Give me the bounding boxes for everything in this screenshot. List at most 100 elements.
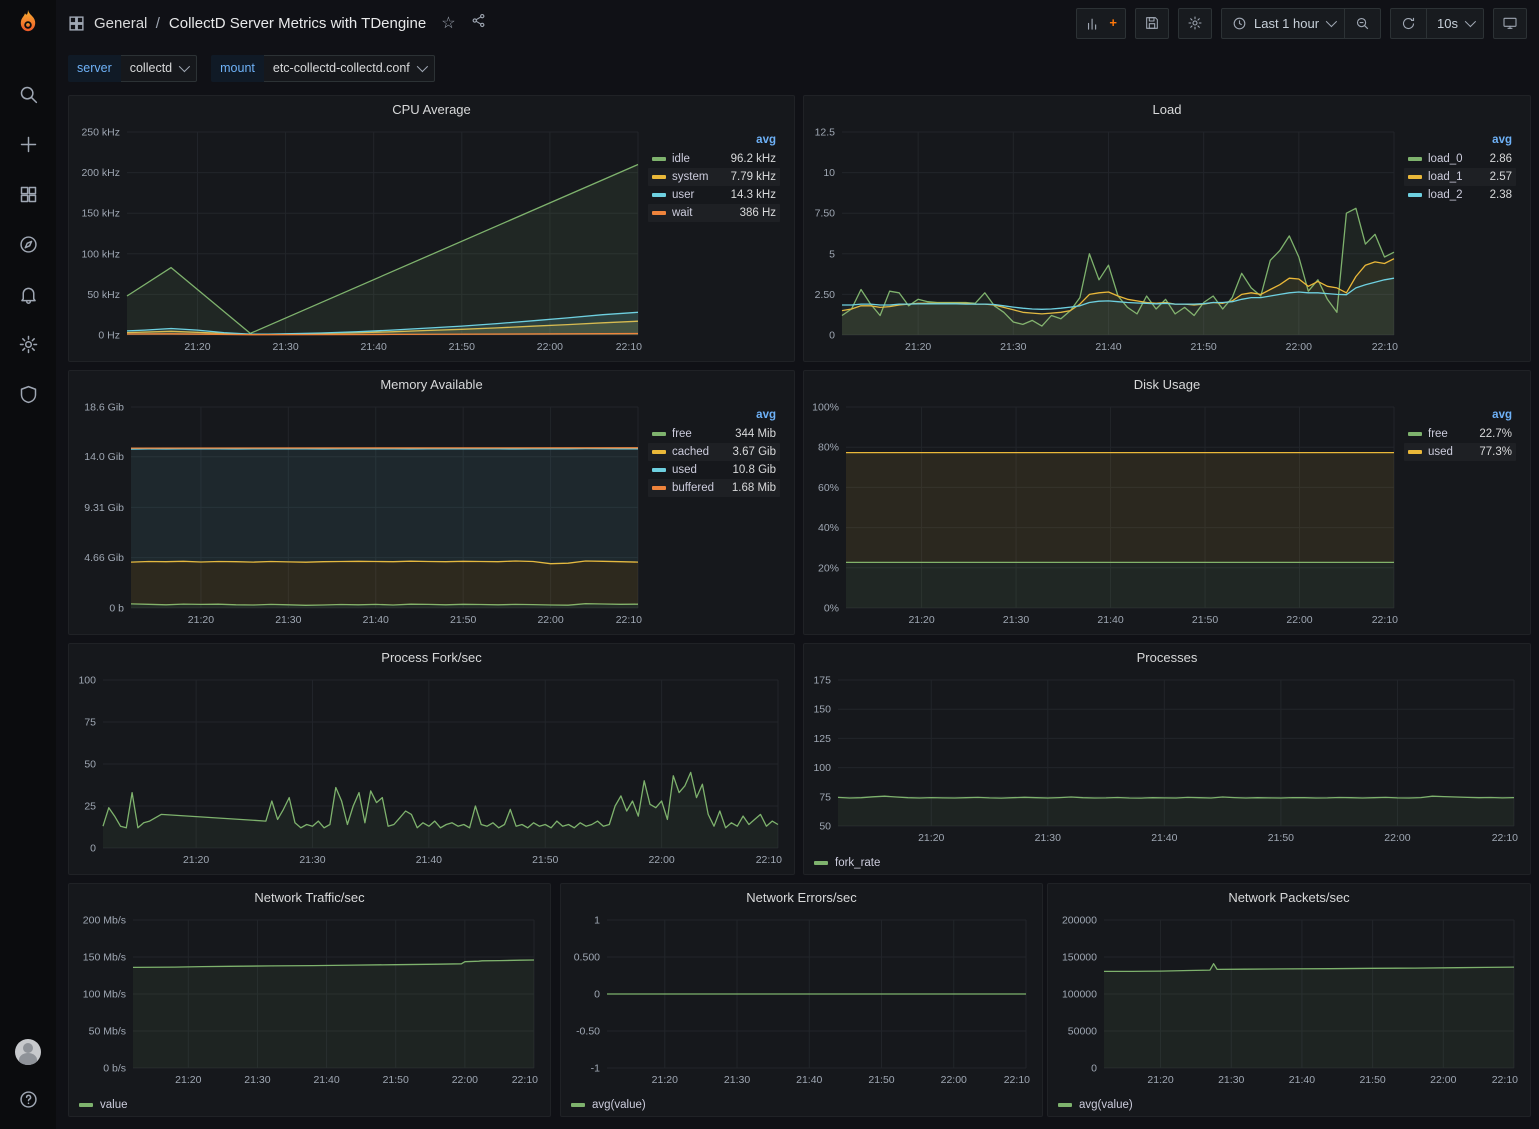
svg-text:21:50: 21:50 [1359, 1074, 1385, 1086]
disk-usage-chart[interactable]: 0%20%40%60%80%100%21:2021:3021:4021:5022… [810, 397, 1404, 630]
gear-icon [18, 334, 39, 355]
svg-text:0: 0 [90, 843, 96, 855]
refresh-button[interactable] [1391, 9, 1426, 38]
process-fork-chart[interactable]: 025507510021:2021:3021:4021:5022:0022:10 [75, 670, 788, 870]
top-navbar: General / CollectD Server Metrics with T… [56, 0, 1539, 46]
refresh-icon [1401, 16, 1416, 31]
network-traffic-legend[interactable]: value [69, 1094, 550, 1116]
legend-item[interactable]: idle96.2 kHz [648, 150, 780, 168]
panel-processes: Processes 507510012515017521:2021:3021:4… [803, 643, 1531, 875]
avatar-icon [23, 1043, 33, 1053]
svg-text:22:10: 22:10 [1372, 614, 1398, 626]
panel-title[interactable]: Memory Available [69, 371, 794, 397]
legend-avg-header: avg [648, 407, 780, 425]
panel-title[interactable]: Network Packets/sec [1048, 884, 1530, 910]
time-picker-group: Last 1 hour [1221, 8, 1381, 39]
tv-mode-button[interactable] [1493, 8, 1527, 39]
network-errors-legend[interactable]: avg(value) [561, 1094, 1042, 1116]
panel-title[interactable]: Processes [804, 644, 1530, 670]
star-icon[interactable]: ☆ [441, 13, 455, 33]
zoom-out-button[interactable] [1344, 9, 1380, 38]
svg-text:22:10: 22:10 [1492, 832, 1518, 844]
refresh-interval-picker[interactable]: 10s [1426, 9, 1483, 38]
panel-title[interactable]: Load [804, 96, 1530, 122]
create-button[interactable] [16, 132, 40, 156]
svg-text:18.6 Gib: 18.6 Gib [84, 402, 124, 414]
network-packets-legend[interactable]: avg(value) [1048, 1094, 1530, 1116]
panel-title[interactable]: Process Fork/sec [69, 644, 794, 670]
page-title[interactable]: CollectD Server Metrics with TDengine [169, 15, 426, 32]
legend-item[interactable]: load_22.38 [1404, 186, 1516, 204]
variable-mount-value[interactable]: etc-collectd-collectd.conf [264, 55, 435, 82]
save-dashboard-button[interactable] [1135, 8, 1169, 39]
network-errors-chart[interactable]: -1-0.5000.500121:2021:3021:4021:5022:002… [567, 910, 1036, 1090]
legend-item[interactable]: cached3.67 Gib [648, 443, 780, 461]
share-icon[interactable] [471, 13, 486, 33]
variable-server-value[interactable]: collectd [121, 55, 197, 82]
svg-text:21:40: 21:40 [313, 1074, 339, 1086]
dashboard-settings-button[interactable] [1178, 8, 1212, 39]
load-chart[interactable]: 02.5057.501012.521:2021:3021:4021:5022:0… [810, 122, 1404, 357]
memory-available-chart[interactable]: 0 b4.66 Gib9.31 Gib14.0 Gib18.6 Gib21:20… [75, 397, 648, 630]
svg-text:21:30: 21:30 [1003, 614, 1029, 626]
toolbar: + Last 1 hour 10s [1076, 8, 1527, 39]
server-admin-button[interactable] [16, 382, 40, 406]
cpu-average-chart[interactable]: 0 Hz50 kHz100 kHz150 kHz200 kHz250 kHz21… [75, 122, 648, 357]
legend-item[interactable]: wait386 Hz [648, 204, 780, 222]
chart-svg: 025507510021:2021:3021:4021:5022:0022:10 [75, 670, 788, 870]
chart-svg: -1-0.5000.500121:2021:3021:4021:5022:002… [567, 910, 1036, 1090]
breadcrumb-folder[interactable]: General / [94, 15, 160, 32]
network-traffic-chart[interactable]: 0 b/s50 Mb/s100 Mb/s150 Mb/s200 Mb/s21:2… [75, 910, 544, 1090]
help-button[interactable] [16, 1087, 40, 1111]
svg-text:21:50: 21:50 [532, 854, 558, 866]
configuration-button[interactable] [16, 332, 40, 356]
svg-text:22:10: 22:10 [512, 1074, 538, 1086]
svg-text:0 b: 0 b [109, 603, 124, 615]
network-packets-chart[interactable]: 05000010000015000020000021:2021:3021:402… [1054, 910, 1524, 1090]
svg-text:50 Mb/s: 50 Mb/s [89, 1026, 126, 1038]
add-panel-icon [1085, 15, 1102, 32]
panel-title[interactable]: Disk Usage [804, 371, 1530, 397]
variable-server: server collectd [68, 55, 197, 82]
grafana-logo[interactable] [0, 0, 56, 46]
svg-text:250 kHz: 250 kHz [81, 127, 120, 139]
panel-network-errors: Network Errors/sec -1-0.5000.500121:2021… [560, 883, 1043, 1117]
chart-svg: 0 b4.66 Gib9.31 Gib14.0 Gib18.6 Gib21:20… [75, 397, 648, 630]
chart-svg: 02.5057.501012.521:2021:3021:4021:5022:0… [810, 122, 1404, 357]
chart-svg: 0%20%40%60%80%100%21:2021:3021:4021:5022… [810, 397, 1404, 630]
explore-button[interactable] [16, 232, 40, 256]
bell-icon [18, 284, 39, 305]
svg-text:21:30: 21:30 [275, 614, 301, 626]
panel-title[interactable]: Network Traffic/sec [69, 884, 550, 910]
alerting-button[interactable] [16, 282, 40, 306]
svg-text:21:40: 21:40 [1097, 614, 1123, 626]
dashboards-button[interactable] [16, 182, 40, 206]
svg-text:21:30: 21:30 [1035, 832, 1061, 844]
legend-item[interactable]: system7.79 kHz [648, 168, 780, 186]
svg-text:22:10: 22:10 [1372, 341, 1398, 353]
time-range-picker[interactable]: Last 1 hour [1222, 9, 1344, 38]
legend-item[interactable]: buffered1.68 Mib [648, 479, 780, 497]
processes-chart[interactable]: 507510012515017521:2021:3021:4021:5022:0… [810, 670, 1524, 848]
legend-item[interactable]: user14.3 kHz [648, 186, 780, 204]
help-icon [18, 1089, 39, 1110]
svg-text:-0.50: -0.50 [576, 1026, 600, 1038]
svg-text:22:10: 22:10 [1004, 1074, 1030, 1086]
svg-text:100: 100 [813, 762, 831, 774]
legend-item[interactable]: load_02.86 [1404, 150, 1516, 168]
legend-item[interactable]: free344 Mib [648, 425, 780, 443]
panel-title[interactable]: CPU Average [69, 96, 794, 122]
legend-item[interactable]: used77.3% [1404, 443, 1516, 461]
svg-text:21:30: 21:30 [724, 1074, 750, 1086]
svg-text:21:20: 21:20 [1147, 1074, 1173, 1086]
svg-text:21:20: 21:20 [184, 341, 210, 353]
processes-legend[interactable]: fork_rate [804, 852, 1530, 874]
search-button[interactable] [16, 82, 40, 106]
legend-item[interactable]: used10.8 Gib [648, 461, 780, 479]
user-avatar[interactable] [15, 1039, 41, 1065]
add-panel-button[interactable]: + [1076, 8, 1126, 39]
legend-item[interactable]: load_12.57 [1404, 168, 1516, 186]
legend-item[interactable]: free22.7% [1404, 425, 1516, 443]
svg-text:50: 50 [84, 759, 96, 771]
panel-title[interactable]: Network Errors/sec [561, 884, 1042, 910]
